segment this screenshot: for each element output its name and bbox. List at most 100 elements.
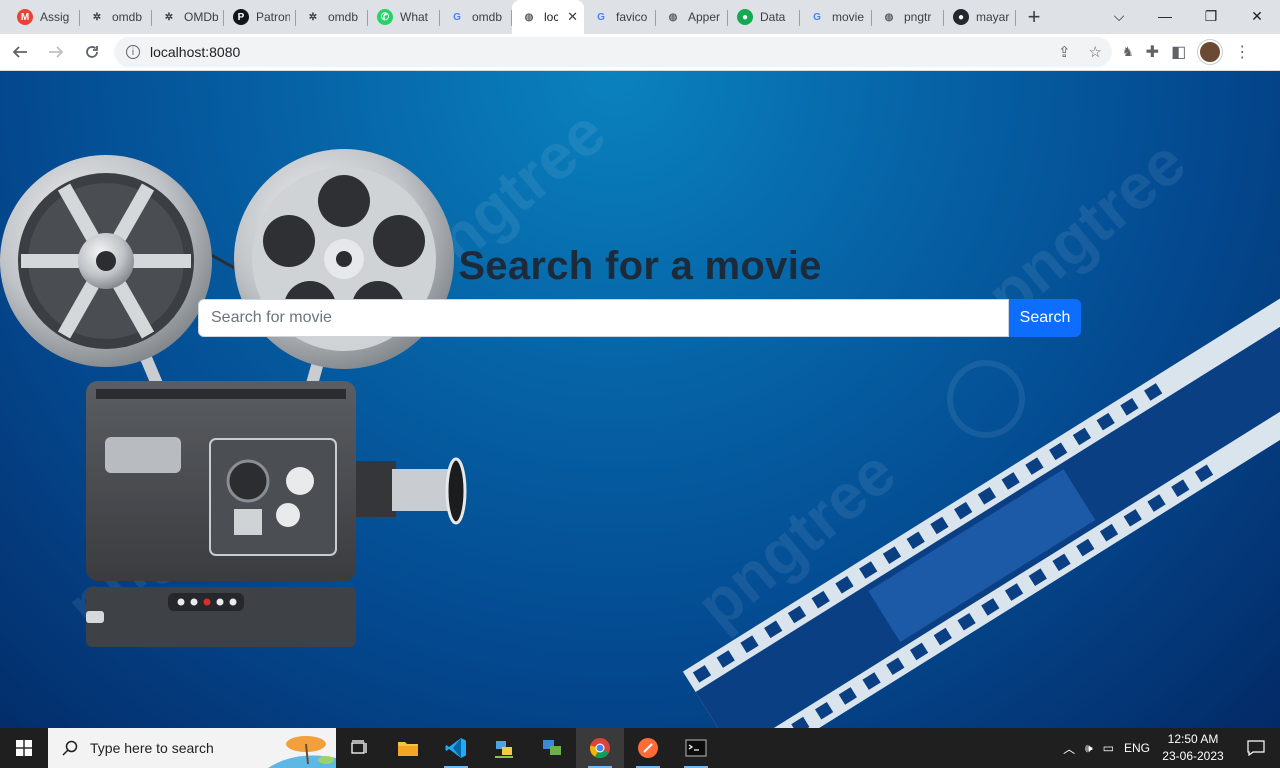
whatsapp-icon: ✆ (377, 9, 393, 25)
github-icon: ● (953, 9, 969, 25)
menu-kebab-icon[interactable]: ⋮ (1234, 42, 1250, 62)
file-explorer-button[interactable] (384, 728, 432, 768)
globe-icon: ◍ (524, 11, 534, 23)
browser-tab[interactable]: ✲ OMDb (152, 0, 224, 34)
windows-taskbar: Type here to search ︿ 🕪 ▭ ENG 12:50 AM 2… (0, 728, 1280, 768)
close-tab-icon[interactable]: ✕ (567, 9, 578, 25)
restore-button[interactable]: ❐ (1188, 0, 1234, 32)
volume-icon[interactable]: 🕪 (1085, 741, 1093, 756)
browser-tab[interactable]: Gfavico (584, 0, 656, 34)
side-panel-icon[interactable]: ◧ (1171, 42, 1186, 62)
forward-arrow-icon (49, 46, 64, 58)
movie-projector-illustration: pngtree pngtree pngtree pngtree (0, 96, 1280, 728)
google-icon: G (597, 11, 605, 23)
browser-tab-label: movie (832, 10, 865, 24)
movie-search-input[interactable] (198, 299, 1009, 337)
omdb-icon: ✲ (92, 11, 102, 23)
browser-tab[interactable]: ● mayar (944, 0, 1016, 34)
browser-tab-label: omdb (472, 10, 503, 24)
omdb-icon: ✲ (308, 11, 318, 23)
back-arrow-icon (12, 46, 27, 58)
new-tab-button[interactable]: + (1016, 0, 1052, 34)
browser-tab[interactable]: ◍ loc ✕ (512, 0, 584, 34)
page-heading: Search for a movie (458, 244, 822, 288)
browser-tab-label: Assig (40, 10, 70, 24)
browser-tab-label: omdb (328, 10, 359, 24)
vscode-button[interactable] (432, 728, 480, 768)
page-content: pngtree pngtree pngtree pngtree (0, 71, 1280, 728)
windows-logo-icon (16, 740, 32, 756)
chrome-icon (589, 738, 610, 759)
mongodb-icon: ● (737, 9, 753, 25)
browser-tab-label: Data (760, 10, 786, 24)
site-info-icon[interactable]: i (126, 45, 140, 59)
browser-tab[interactable]: ✲ omdb (296, 0, 368, 34)
globe-icon: ◍ (668, 11, 678, 23)
browser-tab-label: omdb (112, 10, 143, 24)
browser-tab[interactable]: Gmovie (800, 0, 872, 34)
browser-tab[interactable]: M Assig (8, 0, 80, 34)
notification-center-button[interactable] (1236, 740, 1276, 756)
browser-tab[interactable]: ● Data (728, 0, 800, 34)
google-icon: G (813, 11, 821, 23)
browser-tab[interactable]: ✆ What (368, 0, 440, 34)
task-view-icon (351, 740, 367, 754)
show-hidden-icons-chevron-icon[interactable]: ︿ (1063, 740, 1075, 757)
movie-search-form: Search (198, 299, 1081, 337)
browser-tab[interactable]: ✲ omdb (80, 0, 152, 34)
address-url[interactable]: localhost:8080 (150, 44, 240, 60)
address-bar[interactable]: i localhost:8080 ⇪ ☆ (114, 37, 1112, 67)
extension-icon[interactable]: ♞ (1122, 44, 1134, 60)
gmail-icon: M (17, 9, 33, 25)
taskbar-search-box[interactable]: Type here to search (48, 728, 336, 768)
browser-tab-label: Apper (688, 10, 721, 24)
browser-tab-label: loc (544, 10, 559, 24)
profile-avatar[interactable] (1198, 40, 1223, 64)
share-icon[interactable]: ⇪ (1058, 43, 1071, 61)
reload-button[interactable] (76, 36, 108, 68)
reload-icon (86, 46, 98, 58)
terminal-button[interactable] (672, 728, 720, 768)
extensions-puzzle-icon[interactable]: ✚ (1146, 42, 1159, 62)
globe-icon: ◍ (884, 11, 894, 23)
vscode-icon (445, 738, 466, 758)
remote-desktop-button[interactable] (528, 728, 576, 768)
google-icon: G (453, 11, 461, 23)
browser-tab-label: mayar (976, 10, 1010, 24)
browser-tab-label: What (400, 10, 429, 24)
notification-icon (1247, 740, 1265, 756)
patreon-icon: P (233, 9, 249, 25)
tab-list: M Assig ✲ omdb ✲ OMDb P Patron ✲ omdb ✆ What Gomdb ◍ l… (0, 0, 1016, 34)
meet-now-icon[interactable]: ▭ (1103, 741, 1114, 755)
back-button[interactable] (4, 36, 36, 68)
clock-date: 23-06-2023 (1162, 749, 1224, 763)
browser-tab[interactable]: ◍ pngtr (872, 0, 944, 34)
network-app-button[interactable] (480, 728, 528, 768)
terminal-icon (685, 739, 707, 757)
start-button[interactable] (0, 728, 48, 768)
search-highlight-illustration (268, 736, 336, 768)
browser-tab[interactable]: Gomdb (440, 0, 512, 34)
browser-tab-strip: M Assig ✲ omdb ✲ OMDb P Patron ✲ omdb ✆ What Gomdb ◍ l… (0, 0, 1280, 34)
taskbar-search-placeholder: Type here to search (90, 740, 214, 756)
close-window-button[interactable]: ✕ (1234, 0, 1280, 32)
browser-tab-label: favico (616, 10, 648, 24)
browser-tab-label: OMDb (184, 10, 218, 24)
search-button[interactable]: Search (1009, 299, 1081, 337)
language-indicator[interactable]: ENG (1124, 741, 1150, 755)
search-icon (62, 740, 78, 756)
minimize-button[interactable]: — (1142, 0, 1188, 32)
postman-button[interactable] (624, 728, 672, 768)
browser-tab-label: pngtr (904, 10, 932, 24)
clock[interactable]: 12:50 AM 23-06-2023 (1160, 731, 1226, 765)
forward-button[interactable] (40, 36, 72, 68)
postman-icon (638, 738, 658, 758)
bookmark-star-icon[interactable]: ☆ (1089, 43, 1102, 61)
chrome-button[interactable] (576, 728, 624, 768)
tab-search-icon[interactable]: ⌵ (1096, 0, 1142, 32)
network-app-icon (495, 741, 513, 758)
browser-tab[interactable]: P Patron (224, 0, 296, 34)
browser-toolbar: i localhost:8080 ⇪ ☆ ♞ ✚ ◧ ⋮ (0, 34, 1280, 71)
task-view-button[interactable] (336, 728, 384, 768)
browser-tab[interactable]: ◍ Apper (656, 0, 728, 34)
